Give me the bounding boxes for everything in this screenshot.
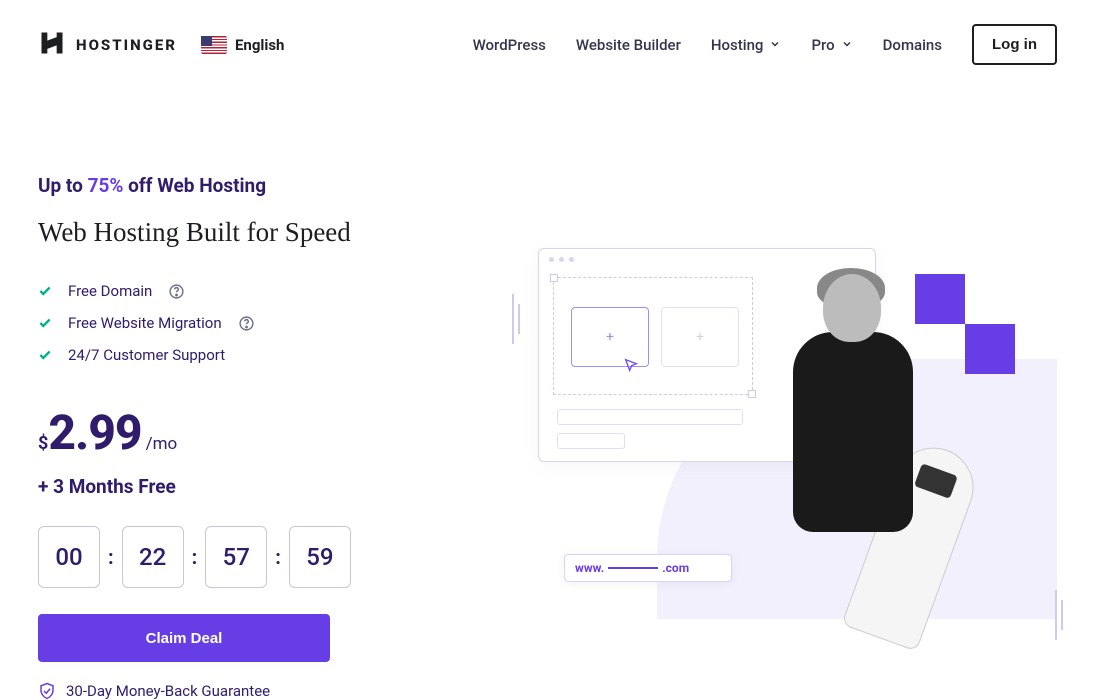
feature-free-migration: Free Website Migration — [38, 314, 468, 332]
url-prefix: www. — [575, 561, 604, 575]
nav-pro[interactable]: Pro — [811, 36, 852, 54]
feature-list: Free Domain Free Website Migration 24/7 — [38, 282, 468, 364]
check-icon — [38, 316, 52, 330]
illustration-url-bar: www. .com — [564, 554, 732, 582]
url-suffix: .com — [662, 561, 689, 575]
feature-label: Free Domain — [68, 282, 152, 300]
feature-support: 24/7 Customer Support — [38, 346, 468, 364]
claim-deal-button[interactable]: Claim Deal — [38, 614, 330, 662]
nav-hosting[interactable]: Hosting — [711, 36, 782, 54]
hero-illustration: + + www. .com — [508, 174, 1057, 700]
site-header: HOSTINGER English WordPress Website Buil… — [0, 0, 1095, 64]
help-icon[interactable] — [168, 283, 185, 300]
countdown-separator: : — [192, 545, 198, 569]
nav-hosting-label: Hosting — [711, 36, 764, 54]
check-icon — [38, 284, 52, 298]
nav-domains[interactable]: Domains — [883, 36, 942, 54]
cursor-icon — [623, 357, 639, 377]
countdown-separator: : — [108, 545, 114, 569]
countdown-minutes: 57 — [205, 526, 267, 588]
chevron-down-icon — [769, 36, 781, 54]
placeholder-line-icon — [557, 409, 743, 425]
feature-label: Free Website Migration — [68, 314, 222, 332]
logo-mark-icon — [38, 29, 66, 61]
hero-section: Up to 75% off Web Hosting Web Hosting Bu… — [0, 64, 1095, 700]
eyebrow-percent: 75% — [88, 174, 124, 197]
countdown-seconds: 59 — [289, 526, 351, 588]
feature-free-domain: Free Domain — [38, 282, 468, 300]
illustration-torso — [793, 332, 913, 532]
countdown-timer: 00 : 22 : 57 : 59 — [38, 526, 468, 588]
chevron-down-icon — [841, 36, 853, 54]
nav-wordpress-label: WordPress — [473, 36, 546, 54]
decor-bars-icon — [1051, 590, 1067, 640]
main-nav: WordPress Website Builder Hosting Pro Do… — [473, 24, 1057, 65]
guarantee-row: 30-Day Money-Back Guarantee — [38, 682, 468, 700]
price-amount: 2.99 — [48, 404, 141, 461]
nav-website-builder[interactable]: Website Builder — [576, 36, 681, 54]
countdown-hours: 22 — [122, 526, 184, 588]
nav-website-builder-label: Website Builder — [576, 36, 681, 54]
help-icon[interactable] — [238, 315, 255, 332]
price: $ 2.99 /mo — [38, 404, 468, 461]
promo-eyebrow: Up to 75% off Web Hosting — [38, 174, 468, 197]
price-period: /mo — [146, 434, 178, 454]
eyebrow-prefix: Up to — [38, 174, 88, 197]
hero-content: Up to 75% off Web Hosting Web Hosting Bu… — [38, 174, 468, 700]
countdown-days: 00 — [38, 526, 100, 588]
url-blank-icon — [608, 567, 658, 569]
hero-headline: Web Hosting Built for Speed — [38, 217, 468, 248]
decor-bars-icon — [508, 294, 524, 344]
placeholder-line-icon — [557, 433, 625, 449]
language-label: English — [235, 36, 284, 54]
login-button[interactable]: Log in — [972, 24, 1057, 65]
nav-pro-label: Pro — [811, 36, 834, 54]
nav-domains-label: Domains — [883, 36, 942, 54]
language-selector[interactable]: English — [201, 36, 284, 54]
countdown-separator: : — [275, 545, 281, 569]
shield-check-icon — [38, 682, 56, 700]
check-icon — [38, 348, 52, 362]
guarantee-text: 30-Day Money-Back Guarantee — [66, 682, 270, 700]
eyebrow-suffix: off Web Hosting — [123, 174, 266, 197]
decor-square-icon — [965, 324, 1015, 374]
flag-us-icon — [201, 36, 227, 54]
nav-wordpress[interactable]: WordPress — [473, 36, 546, 54]
window-controls-icon — [549, 257, 574, 262]
placeholder-box-icon: + — [661, 307, 739, 367]
price-currency: $ — [38, 433, 48, 454]
bonus-text: + 3 Months Free — [38, 475, 468, 498]
feature-label: 24/7 Customer Support — [68, 346, 225, 364]
brand-logo[interactable]: HOSTINGER — [38, 29, 177, 61]
brand-name: HOSTINGER — [76, 36, 177, 54]
illustration-head — [823, 274, 881, 342]
illustration-person — [763, 274, 953, 604]
